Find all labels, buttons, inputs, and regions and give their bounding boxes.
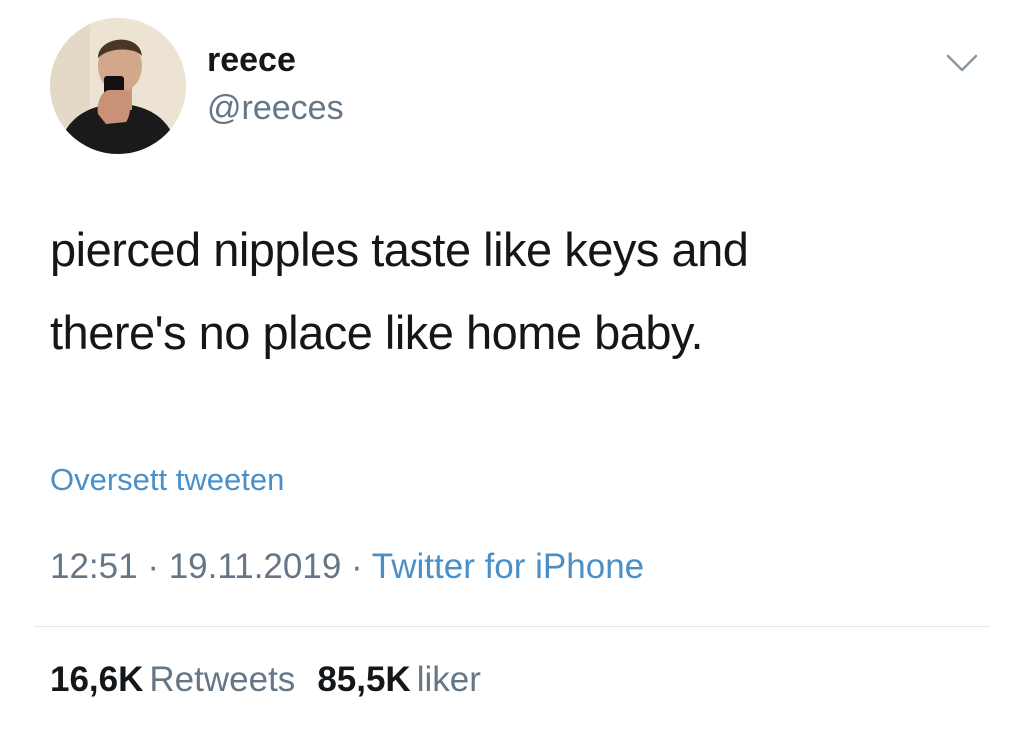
likes-count: 85,5K [317, 660, 411, 699]
tweet-source-link[interactable]: Twitter for iPhone [372, 547, 644, 586]
tweet-metadata: 12:51 · 19.11.2019 · Twitter for iPhone [50, 546, 644, 588]
tweet-stats: 16,6K Retweets 85,5K liker [50, 659, 481, 701]
tweet-card: reece @reeces pierced nipples taste like… [0, 0, 1024, 734]
retweets-label: Retweets [149, 660, 296, 699]
tweet-text-line: there's no place like home baby. [50, 306, 704, 359]
retweets-stat[interactable]: 16,6K Retweets [50, 660, 295, 699]
retweets-count: 16,6K [50, 660, 144, 699]
tweet-time[interactable]: 12:51 [50, 547, 138, 586]
avatar[interactable] [50, 18, 186, 154]
user-handle[interactable]: @reeces [207, 88, 344, 128]
meta-separator: · [351, 547, 363, 586]
divider [34, 626, 990, 627]
tweet-text: pierced nipples taste like keys and ther… [50, 208, 980, 374]
likes-stat[interactable]: 85,5K liker [317, 660, 481, 699]
meta-separator: · [147, 547, 159, 586]
tweet-date[interactable]: 19.11.2019 [169, 547, 342, 586]
likes-label: liker [416, 660, 481, 699]
chevron-down-icon[interactable] [944, 50, 980, 76]
tweet-text-line: pierced nipples taste like keys and [50, 223, 749, 276]
avatar-photo [50, 18, 186, 154]
translate-tweet-link[interactable]: Oversett tweeten [50, 460, 284, 500]
display-name[interactable]: reece [207, 40, 296, 80]
